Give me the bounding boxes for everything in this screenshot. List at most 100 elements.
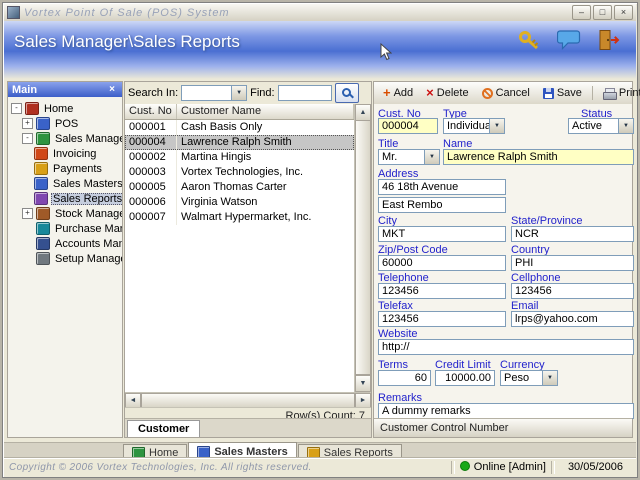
- country-input[interactable]: [511, 255, 634, 271]
- sales-masters-tab-icon: [197, 445, 211, 458]
- customer-list-panel: Search In: ▼ Find: Cust. No Customer Nam…: [124, 81, 372, 438]
- list-tab-strip: Customer: [125, 418, 371, 437]
- table-row[interactable]: 000003 Vortex Technologies, Inc.: [125, 165, 354, 180]
- minimize-button[interactable]: –: [572, 5, 591, 20]
- search-icon: [341, 87, 353, 99]
- close-button[interactable]: ×: [614, 5, 633, 20]
- terms-input[interactable]: [378, 370, 431, 386]
- scrollbar-thumb[interactable]: [141, 393, 355, 408]
- telephone-input[interactable]: [378, 283, 506, 299]
- scroll-left-icon[interactable]: ◄: [125, 393, 141, 408]
- page-header: Sales Manager\Sales Reports: [4, 21, 636, 79]
- scroll-up-icon[interactable]: ▲: [355, 104, 371, 121]
- table-header[interactable]: Cust. No Customer Name: [125, 104, 354, 120]
- column-header-customer-name[interactable]: Customer Name: [177, 104, 354, 119]
- cancel-button-label: Cancel: [495, 87, 530, 99]
- key-icon[interactable]: [516, 28, 542, 52]
- sidebar-item-home[interactable]: - Home: [9, 101, 121, 116]
- search-in-select[interactable]: ▼: [181, 85, 248, 101]
- scrollbar-thumb[interactable]: [355, 121, 371, 375]
- tree-expander-icon[interactable]: -: [11, 103, 22, 114]
- title-select[interactable]: Mr. ▼: [378, 149, 440, 165]
- sidebar-item-payments[interactable]: Payments: [9, 161, 121, 176]
- currency-select[interactable]: Peso ▼: [500, 370, 558, 386]
- scroll-right-icon[interactable]: ►: [355, 393, 371, 408]
- tree-expander-icon[interactable]: -: [22, 133, 33, 144]
- dropdown-arrow-icon[interactable]: ▼: [542, 371, 557, 385]
- city-input[interactable]: [378, 226, 506, 242]
- add-button-label: Add: [393, 87, 414, 99]
- cellphone-input[interactable]: [511, 283, 634, 299]
- delete-button-label: Delete: [436, 87, 469, 99]
- sidebar-item-setup-manager[interactable]: Setup Manager: [9, 251, 122, 266]
- dropdown-arrow-icon[interactable]: ▼: [231, 86, 247, 100]
- scroll-down-icon[interactable]: ▼: [355, 375, 371, 392]
- horizontal-scrollbar[interactable]: ◄ ►: [125, 392, 371, 408]
- sidebar-item-pos[interactable]: + POS: [9, 116, 121, 131]
- table-row[interactable]: 000001 Cash Basis Only: [125, 120, 354, 135]
- table-row[interactable]: 000002 Martina Hingis: [125, 150, 354, 165]
- type-select[interactable]: Individual ▼: [443, 118, 505, 134]
- accounts-manager-icon: [36, 237, 50, 250]
- titlebar[interactable]: Vortex Point Of Sale (POS) System – □ ×: [4, 4, 636, 22]
- address-line2-input[interactable]: [378, 197, 506, 213]
- sidebar-item-sales-manager[interactable]: - Sales Manager: [9, 131, 122, 146]
- save-button[interactable]: Save: [537, 85, 588, 101]
- tree-expander-icon[interactable]: +: [22, 208, 33, 219]
- name-input[interactable]: [443, 149, 634, 165]
- print-button[interactable]: Print: [597, 85, 640, 101]
- sidebar-close-icon[interactable]: ×: [106, 84, 118, 95]
- address-line1-input[interactable]: [378, 179, 506, 195]
- sidebar-item-stock-manager[interactable]: + Stock Manager: [9, 206, 122, 221]
- zip-input[interactable]: [378, 255, 506, 271]
- window-controls: – □ ×: [572, 5, 633, 20]
- toolbar-separator: [591, 86, 593, 100]
- status-bar: Copyright © 2006 Vortex Technologies, In…: [4, 457, 636, 476]
- telefax-input[interactable]: [378, 311, 506, 327]
- customer-table: Cust. No Customer Name 000001 Cash Basis…: [125, 104, 371, 392]
- table-row[interactable]: 000007 Walmart Hypermarket, Inc.: [125, 210, 354, 225]
- statusbar-separator: [550, 460, 555, 474]
- copyright-text: Copyright © 2006 Vortex Technologies, In…: [9, 461, 312, 473]
- sidebar-item-sales-reports[interactable]: Sales Reports: [9, 191, 122, 206]
- cust-no-input[interactable]: [378, 118, 438, 134]
- customer-control-number-section[interactable]: Customer Control Number: [374, 418, 632, 437]
- email-input[interactable]: [511, 311, 634, 327]
- state-input[interactable]: [511, 226, 634, 242]
- table-row[interactable]: 000005 Aaron Thomas Carter: [125, 180, 354, 195]
- cell-cust-no: 000005: [125, 180, 177, 195]
- add-button[interactable]: + Add: [377, 85, 419, 101]
- title-value: Mr.: [382, 151, 398, 163]
- cancel-button[interactable]: Cancel: [476, 85, 536, 101]
- cell-cust-no: 000006: [125, 195, 177, 210]
- sidebar-item-invoicing[interactable]: Invoicing: [9, 146, 121, 161]
- sidebar-item-sales-masters[interactable]: Sales Masters: [9, 176, 122, 191]
- column-header-cust-no[interactable]: Cust. No: [125, 104, 177, 119]
- search-button[interactable]: [334, 83, 359, 103]
- dropdown-arrow-icon[interactable]: ▼: [618, 119, 633, 133]
- website-input[interactable]: [378, 339, 634, 355]
- tree-expander-icon[interactable]: +: [22, 118, 33, 129]
- messages-icon[interactable]: [556, 28, 582, 52]
- search-in-value: [182, 86, 231, 100]
- vertical-scrollbar[interactable]: ▲ ▼: [354, 104, 371, 392]
- cell-cust-no: 000002: [125, 150, 177, 165]
- dropdown-arrow-icon[interactable]: ▼: [489, 119, 504, 133]
- cell-customer-name: Vortex Technologies, Inc.: [181, 166, 304, 178]
- online-status: Online [Admin]: [459, 461, 546, 473]
- table-row[interactable]: 000006 Virginia Watson: [125, 195, 354, 210]
- sidebar-item-accounts-manager[interactable]: Accounts Manager: [9, 236, 122, 251]
- delete-button[interactable]: × Delete: [420, 85, 474, 101]
- exit-icon[interactable]: [596, 28, 622, 52]
- status-select[interactable]: Active ▼: [568, 118, 634, 134]
- window-title: Vortex Point Of Sale (POS) System: [24, 6, 230, 19]
- delete-icon: ×: [426, 85, 434, 100]
- tab-customer[interactable]: Customer: [127, 420, 201, 437]
- maximize-button[interactable]: □: [593, 5, 612, 20]
- table-row-selected[interactable]: 000004 Lawrence Ralph Smith: [125, 135, 354, 150]
- remarks-input[interactable]: [378, 403, 634, 419]
- credit-limit-input[interactable]: [435, 370, 495, 386]
- sidebar-item-purchase-manager[interactable]: Purchase Manager: [9, 221, 122, 236]
- dropdown-arrow-icon[interactable]: ▼: [424, 150, 439, 164]
- find-input[interactable]: [277, 85, 332, 101]
